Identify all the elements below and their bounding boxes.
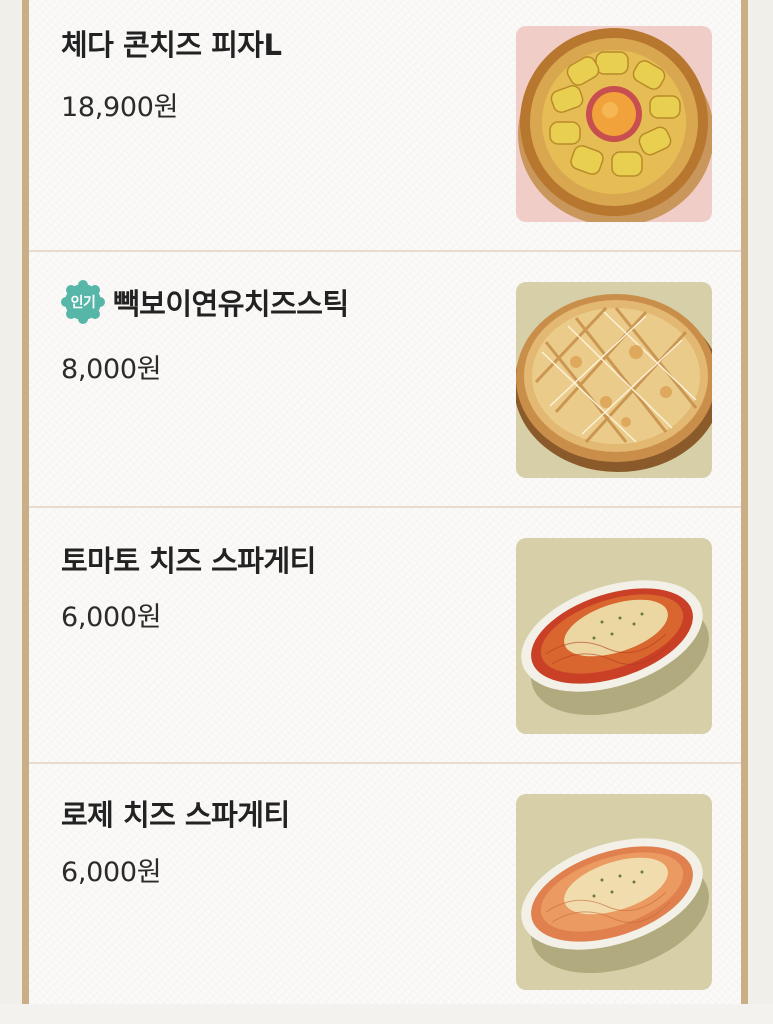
menu-item-name-row: 토마토 치즈 스파게티 — [61, 538, 316, 580]
menu-item-name-row: 로제 치즈 스파게티 — [61, 792, 290, 834]
menu-item-name-row: 체다 콘치즈 피자L — [61, 22, 282, 64]
rose-cheese-spaghetti-image — [516, 794, 712, 990]
menu-item[interactable]: 인기 빽보이연유치즈스틱 8,000원 — [29, 252, 741, 508]
menu-item-name: 로제 치즈 스파게티 — [61, 798, 290, 832]
menu-item-price: 18,900원 — [61, 92, 179, 123]
condensed-milk-cheese-stick-pizza-image — [516, 282, 712, 478]
menu-item-price: 6,000원 — [61, 857, 162, 888]
menu-item[interactable]: 토마토 치즈 스파게티 6,000원 — [29, 508, 741, 764]
menu-list: 체다 콘치즈 피자L 18,900원 인기 빽보이연유치즈스틱 8,000원 토… — [29, 0, 741, 1004]
menu-item[interactable]: 로제 치즈 스파게티 6,000원 — [29, 764, 741, 1024]
frame-left-border — [0, 0, 32, 1004]
menu-item-name: 빽보이연유치즈스틱 — [113, 287, 349, 321]
badge-label: 인기 — [70, 295, 96, 311]
menu-item-price: 8,000원 — [61, 354, 162, 385]
cheddar-corn-pizza-image — [516, 26, 712, 222]
popular-badge: 인기 — [61, 280, 105, 324]
menu-item-name: 체다 콘치즈 피자L — [61, 28, 282, 62]
menu-item-name-row: 인기 빽보이연유치즈스틱 — [61, 280, 349, 324]
menu-item-price: 6,000원 — [61, 602, 162, 633]
tomato-cheese-spaghetti-image — [516, 538, 712, 734]
menu-item-name: 토마토 치즈 스파게티 — [61, 544, 316, 578]
frame-right-border — [741, 0, 773, 1004]
menu-item[interactable]: 체다 콘치즈 피자L 18,900원 — [29, 0, 741, 252]
